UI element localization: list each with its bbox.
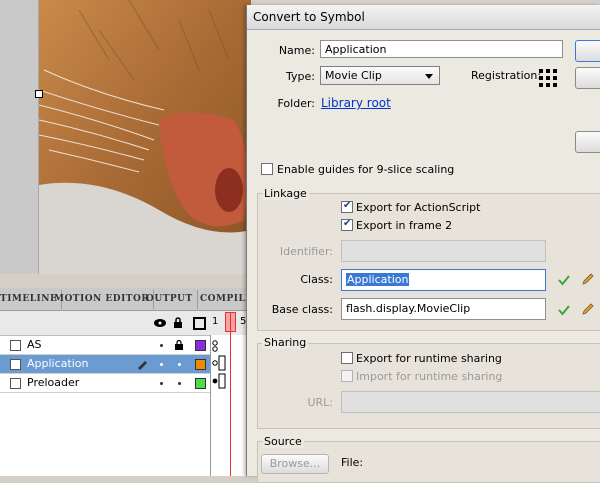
dialog-title: Convert to Symbol [253, 10, 365, 24]
timeline-header: 1 5 [0, 311, 250, 336]
transform-handle[interactable] [35, 90, 43, 98]
sharing-title: Sharing [262, 336, 309, 349]
base-class-label: Base class: [271, 303, 333, 316]
name-input[interactable]: Application [320, 40, 563, 58]
tab-label: COMPILE [200, 294, 253, 304]
stage-pasteboard [0, 0, 39, 274]
validate-class-icon[interactable] [557, 273, 571, 287]
checkmark-icon: ✔ [343, 200, 352, 211]
registration-label: Registration: [471, 69, 542, 82]
layer-row-application[interactable]: Application [0, 355, 210, 374]
visibility-dot[interactable] [160, 382, 163, 385]
tab-label: MOTION EDITOR [54, 294, 150, 304]
class-input[interactable]: Application [341, 269, 546, 291]
type-label: Type: [286, 70, 315, 83]
lock-icon[interactable] [175, 340, 183, 350]
visibility-dot[interactable] [160, 363, 163, 366]
url-input[interactable] [341, 391, 600, 413]
layer-icon [10, 340, 21, 351]
folder-label: Folder: [277, 97, 315, 110]
export-runtime-label: Export for runtime sharing [356, 352, 502, 365]
lock-dot[interactable] [178, 363, 181, 366]
tab-output[interactable]: OUTPUT [142, 290, 198, 309]
name-value: Application [325, 43, 387, 56]
layer-name: AS [27, 338, 42, 351]
frame-number: 1 [212, 316, 219, 327]
browse-button[interactable]: Browse... [261, 454, 329, 474]
validate-base-class-icon[interactable] [557, 303, 571, 317]
type-value: Movie Clip [325, 69, 382, 82]
browse-label: Browse... [269, 457, 321, 470]
pencil-icon [138, 361, 147, 370]
ok-button[interactable] [575, 40, 600, 62]
convert-to-symbol-dialog: Convert to Symbol Name: Application Type… [246, 5, 600, 483]
identifier-input[interactable] [341, 240, 546, 262]
lock-dot[interactable] [178, 382, 181, 385]
layer-name: Application [27, 357, 89, 370]
cancel-button[interactable] [575, 67, 600, 89]
tab-label: OUTPUT [146, 294, 193, 304]
dialog-titlebar[interactable]: Convert to Symbol [247, 5, 600, 30]
layer-row-as[interactable]: AS [0, 336, 210, 355]
timeline-panel: TIMELINE MOTION EDITOR OUTPUT COMPILE 1 … [0, 288, 258, 476]
checkmark-icon: ✔ [343, 218, 352, 229]
file-label: File: [341, 456, 364, 469]
export-actionscript-label: Export for ActionScript [356, 201, 481, 214]
folder-link[interactable]: Library root [321, 96, 391, 110]
layer-color-swatch[interactable] [195, 359, 206, 370]
import-runtime-label: Import for runtime sharing [356, 370, 503, 383]
visibility-dot[interactable] [160, 344, 163, 347]
layer-icon [10, 359, 21, 370]
panel-tabs: TIMELINE MOTION EDITOR OUTPUT COMPILE [0, 288, 258, 311]
layer-name: Preloader [27, 376, 80, 389]
registration-grid[interactable] [539, 69, 557, 87]
stage-image [39, 0, 251, 274]
chevron-down-icon [425, 74, 433, 79]
identifier-label: Identifier: [279, 245, 333, 258]
lock-icon[interactable] [173, 317, 183, 328]
name-label: Name: [278, 44, 315, 57]
nine-slice-checkbox[interactable] [261, 163, 273, 175]
outline-icon[interactable] [193, 317, 206, 330]
base-class-value: flash.display.MovieClip [346, 302, 471, 315]
export-frame-checkbox[interactable]: ✔ [341, 218, 353, 231]
nine-slice-label: Enable guides for 9-slice scaling [277, 163, 455, 176]
keyframes [212, 340, 226, 389]
layer-color-swatch[interactable] [195, 378, 206, 389]
edit-class-icon[interactable] [581, 272, 595, 286]
source-title: Source [262, 435, 304, 448]
edit-base-class-icon[interactable] [581, 302, 595, 316]
layer-color-swatch[interactable] [195, 340, 206, 351]
basic-button[interactable] [575, 131, 600, 153]
eye-icon[interactable] [153, 318, 167, 328]
cat-photo [39, 0, 251, 274]
playhead-line [230, 312, 231, 476]
linkage-title: Linkage [262, 187, 309, 200]
tab-motion-editor[interactable]: MOTION EDITOR [50, 290, 155, 309]
class-label: Class: [300, 273, 333, 286]
import-runtime-checkbox[interactable] [341, 370, 353, 382]
tab-label: TIMELINE [0, 294, 58, 304]
layer-icon [10, 378, 21, 389]
base-class-input[interactable]: flash.display.MovieClip [341, 298, 546, 320]
export-frame-label: Export in frame 2 [356, 219, 453, 232]
url-label: URL: [307, 396, 333, 409]
layer-row-preloader[interactable]: Preloader [0, 374, 210, 393]
export-actionscript-checkbox[interactable]: ✔ [341, 200, 353, 213]
export-runtime-checkbox[interactable] [341, 352, 353, 364]
class-value: Application [346, 273, 410, 286]
type-select[interactable]: Movie Clip [320, 66, 440, 85]
